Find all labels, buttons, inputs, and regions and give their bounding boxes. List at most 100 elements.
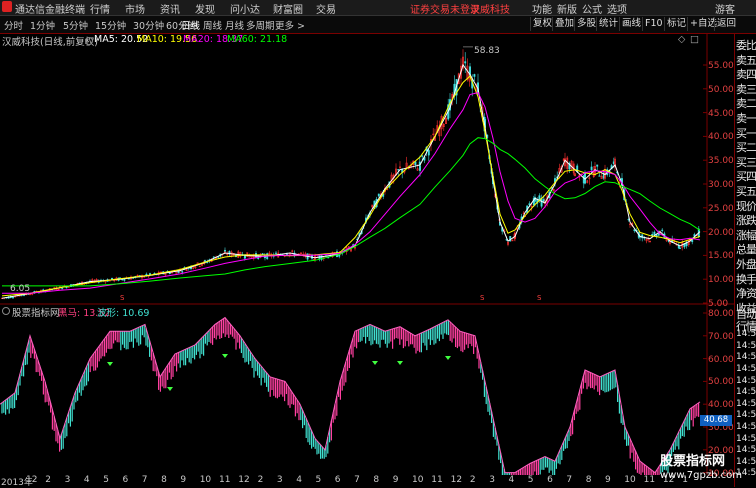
candle-body	[473, 74, 476, 77]
period-tab-intraday[interactable]: 分时	[4, 18, 23, 32]
date-tick-label: 2	[469, 475, 476, 485]
candle-body	[61, 288, 64, 290]
date-tick-label: 11	[431, 475, 443, 485]
date-tick-label: 6	[547, 475, 553, 485]
date-tick-label: 3	[276, 475, 283, 485]
app-logo-icon	[2, 1, 12, 12]
indicator-tick-label: 70.00	[708, 331, 734, 342]
price-tick-label: 15.00	[708, 251, 734, 262]
menu-item-quotes[interactable]: 行情	[90, 1, 110, 16]
indicator-tick-label: 40.00	[708, 400, 734, 411]
signal-marker: S	[480, 294, 485, 302]
date-tick-label: 4	[83, 475, 90, 485]
tick-time-label: 14:50	[736, 375, 756, 386]
menu-item-newversion[interactable]: 新版	[557, 1, 577, 16]
menu-item-function[interactable]: 功能	[532, 1, 552, 16]
candle-body	[123, 279, 126, 281]
date-tick-label: 5	[527, 475, 534, 485]
candle-body	[679, 247, 681, 249]
menu-item-trade[interactable]: 交易	[316, 1, 336, 16]
date-tick-label: 9	[180, 475, 187, 485]
menu-item-formula[interactable]: 公式	[582, 1, 602, 16]
ma20-line	[2, 92, 701, 294]
current-indicator-value: 40.68	[700, 415, 732, 426]
price-tick-label: 25.00	[708, 203, 734, 214]
quote-field-label: 外盘	[736, 258, 756, 271]
stats-button[interactable]: 统计	[596, 17, 620, 31]
candle-body	[414, 161, 417, 166]
period-tab-weekly[interactable]: 周线	[203, 18, 222, 32]
candle-body	[397, 169, 400, 171]
watermark-title: 股票指标网	[660, 454, 726, 469]
tick-time-label: 14:50	[736, 352, 756, 363]
date-tick-label: 11	[219, 475, 231, 485]
date-tick-label: 9	[392, 475, 399, 485]
menu-item-options[interactable]: 选项	[607, 1, 627, 16]
price-tick-label: 20.00	[708, 227, 734, 238]
candle-body	[464, 61, 467, 64]
price-axis: 55.00 50.00 45.00 40.00 35.00 30.00 25.00 20.00…	[708, 34, 734, 309]
period-tab-30min[interactable]: 30分钟	[133, 18, 164, 32]
price-chart[interactable]: SSS	[0, 34, 734, 475]
period-tab-more[interactable]: 更多 >	[275, 18, 305, 32]
candle-body	[528, 203, 531, 205]
menu-item-market[interactable]: 市场	[125, 1, 145, 16]
quote-field-label: 净资	[736, 287, 756, 301]
stock-name-title: 汉威科技	[470, 5, 510, 16]
buy-arrow-icon	[222, 354, 228, 358]
buy-arrow-icon	[397, 361, 403, 365]
candle-body	[181, 271, 184, 273]
period-tab-daily[interactable]: 日线	[181, 18, 200, 32]
adjust-button[interactable]: 复权	[530, 17, 554, 31]
menu-item-news[interactable]: 资讯	[160, 1, 180, 16]
period-tab-1min[interactable]: 1分钟	[30, 18, 55, 32]
overlay-button[interactable]: 叠加	[552, 17, 576, 31]
menu-item-wealth[interactable]: 财富圈	[273, 1, 303, 16]
quote-field-label: 卖五	[736, 53, 756, 67]
quote-field-label: 总量	[736, 243, 756, 257]
indicator-tick-label: 60.00	[708, 354, 734, 365]
quote-field-label: 涨幅	[736, 228, 756, 242]
quote-field-label: 卖三	[736, 82, 756, 96]
indicator-name: 股票指标网	[12, 308, 60, 319]
period-tab-15min[interactable]: 15分钟	[95, 18, 126, 32]
candle-body	[212, 256, 215, 258]
back-button[interactable]: 返回	[714, 17, 738, 31]
candle-body	[596, 164, 599, 167]
date-tick-label: 4	[296, 475, 302, 485]
date-tick-label: 4	[508, 475, 515, 485]
price-tick-label: 55.00	[708, 61, 734, 71]
menu-item-ask[interactable]: 问小达	[230, 1, 260, 16]
date-tick-label: 8	[161, 475, 167, 485]
mark-button[interactable]: 标记	[664, 17, 688, 31]
multi-stock-button[interactable]: 多股	[574, 17, 598, 31]
watermark: 股票指标网 www.7gpzb.com	[660, 455, 742, 483]
candle-body	[224, 250, 226, 252]
tick-time-label: 14:50	[736, 445, 756, 456]
tick-time-label: 14:50	[736, 329, 756, 340]
period-tab-monthly[interactable]: 月线	[225, 18, 244, 32]
draw-button[interactable]: 画线	[619, 17, 643, 31]
tick-time-label: 14:50	[736, 340, 756, 351]
indicator-settings-icon[interactable]	[2, 307, 10, 315]
date-tick-label: 9	[605, 475, 611, 485]
menu-item-guest[interactable]: 游客	[715, 1, 735, 16]
price-tick-label: 10.00	[708, 275, 734, 286]
candle-body	[261, 253, 264, 255]
f10-button[interactable]: F10	[642, 17, 665, 31]
menu-item-discover[interactable]: 发现	[195, 1, 215, 16]
period-tab-5min[interactable]: 5分钟	[63, 18, 88, 32]
candle-body	[661, 229, 664, 231]
indicator-header: 股票指标网 黑马: 13.52 波形: 10.69	[0, 305, 300, 319]
candle-body	[12, 297, 14, 299]
ma60-line	[2, 137, 701, 287]
date-tick-label: 3	[64, 475, 71, 485]
tick-time-label: 14:50	[736, 398, 756, 409]
date-tick-label: 5	[103, 475, 109, 485]
quote-field-label: 买二	[736, 141, 756, 155]
price-tick-label: 35.00	[708, 156, 734, 167]
period-tab-multi[interactable]: 多周期	[246, 18, 275, 32]
quote-field-label: 涨跌	[736, 214, 756, 228]
candle-body	[264, 256, 266, 259]
price-tick-label: 40.00	[708, 132, 734, 143]
